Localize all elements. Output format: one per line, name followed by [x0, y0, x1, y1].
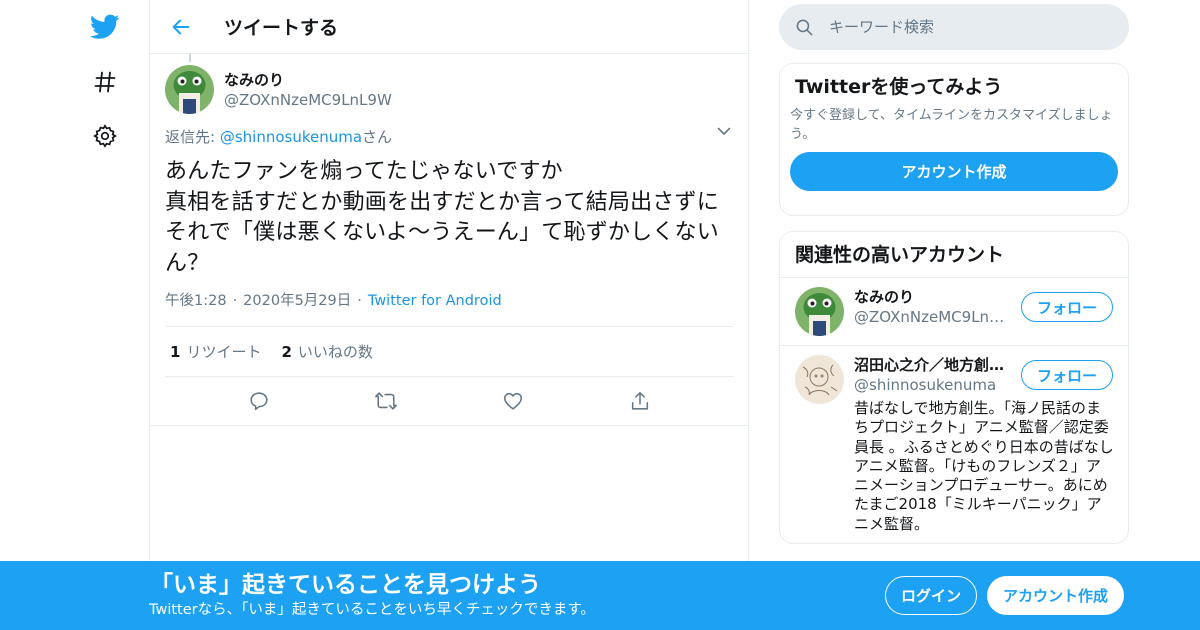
retweet-count: 1 — [170, 342, 181, 361]
retweet-icon[interactable] — [369, 384, 403, 418]
back-arrow-icon[interactable] — [162, 8, 200, 46]
related-user-name[interactable]: なみのり — [854, 287, 1012, 307]
login-button[interactable]: ログイン — [885, 576, 977, 615]
twitter-bird-icon[interactable] — [86, 8, 124, 46]
reply-suffix: さん — [362, 128, 393, 146]
create-account-button[interactable]: アカウント作成 — [790, 152, 1118, 191]
tweet-actions — [165, 377, 733, 425]
hashtag-icon[interactable] — [86, 63, 124, 101]
follow-button[interactable]: フォロー — [1021, 292, 1113, 322]
chevron-down-icon[interactable] — [715, 122, 733, 140]
related-user-row[interactable]: なみのり @ZOXnNzeMC9LnL9W フォロー — [780, 278, 1128, 346]
signup-card-subtitle: 今すぐ登録して、タイムラインをカスタマイズしましょう。 — [790, 108, 1113, 142]
related-user-bio: 昔ばなしで地方創生。「海ノ民話のまちプロジェクト」アニメ監督／認定委員長 。ふる… — [854, 399, 1114, 533]
related-user-handle[interactable]: @shinnosukenuma — [854, 375, 1012, 395]
gear-icon[interactable] — [86, 117, 124, 155]
reply-icon[interactable] — [242, 384, 276, 418]
meta-separator: · — [232, 293, 238, 309]
related-user-info: 沼田心之介／地方創生コンシェルジュ @shinnosukenuma — [854, 355, 1012, 395]
tweet-source-link[interactable]: Twitter for Android — [368, 291, 502, 311]
page: ツイートする なみのり @ZOXnNzeMC9LnL9W 返信先: @shinn… — [0, 0, 1200, 630]
related-user-name[interactable]: 沼田心之介／地方創生コンシェルジュ — [854, 355, 1012, 375]
search-icon — [795, 17, 815, 37]
page-title: ツイートする — [224, 17, 339, 39]
author-names: なみのり @ZOXnNzeMC9LnL9W — [224, 70, 392, 110]
tweet-date[interactable]: 2020年5月29日 — [243, 291, 351, 311]
reply-mention-link[interactable]: @shinnosukenuma — [220, 128, 362, 146]
tweet: なみのり @ZOXnNzeMC9LnL9W 返信先: @shinnosukenu… — [150, 54, 748, 426]
related-accounts-card: 関連性の高いアカウント なみのり @ZOXnNzeMC9LnL9W フォロー 沼… — [779, 231, 1129, 544]
author-name[interactable]: なみのり — [224, 70, 392, 90]
tweet-meta: 午後1:28 · 2020年5月29日 · Twitter for Androi… — [165, 291, 733, 311]
like-heart-icon[interactable] — [496, 384, 530, 418]
banner-subtitle: Twitterなら、「いま」起きていることをいち早くチェックできます。 — [149, 602, 595, 618]
meta-separator: · — [357, 293, 362, 309]
related-accounts-title: 関連性の高いアカウント — [780, 232, 1128, 278]
left-nav — [0, 0, 150, 630]
tweet-text: あんたファンを煽ってたじゃないですか 真相を話すだとか動画を出すだとか言って結局… — [165, 159, 719, 276]
banner-create-account-button[interactable]: アカウント作成 — [987, 576, 1124, 615]
signup-card-title: Twitterを使ってみよう — [795, 76, 1003, 98]
like-count: 2 — [281, 342, 292, 361]
retweet-label: リツイート — [186, 343, 262, 361]
reply-prefix: 返信先: — [165, 128, 220, 146]
search-box[interactable] — [779, 4, 1129, 50]
related-user-row[interactable]: 沼田心之介／地方創生コンシェルジュ @shinnosukenuma 昔ばなしで地… — [780, 346, 1128, 543]
tweet-divider — [150, 425, 748, 426]
retweet-stat[interactable]: 1 リツイート — [170, 341, 261, 362]
bottom-banner: 「いま」起きていることを見つけよう Twitterなら、「いま」起きていることを… — [0, 561, 1200, 630]
reply-to: 返信先: @shinnosukenumaさん — [165, 127, 733, 147]
tweet-stats: 1 リツイート 2 いいねの数 — [165, 326, 733, 377]
signup-card: Twitterを使ってみよう 今すぐ登録して、タイムラインをカスタマイズしましょ… — [779, 63, 1129, 216]
like-label: いいねの数 — [297, 343, 373, 361]
main-column: ツイートする なみのり @ZOXnNzeMC9LnL9W 返信先: @shinn… — [149, 0, 749, 630]
author-handle[interactable]: @ZOXnNzeMC9LnL9W — [224, 90, 392, 110]
search-input[interactable] — [829, 18, 1099, 36]
avatar[interactable] — [795, 355, 844, 404]
tweet-time[interactable]: 午後1:28 — [165, 291, 227, 311]
banner-title: 「いま」起きていることを見つけよう — [150, 572, 541, 598]
tweet-author: なみのり @ZOXnNzeMC9LnL9W — [165, 54, 733, 114]
related-user-info: なみのり @ZOXnNzeMC9LnL9W — [854, 287, 1012, 336]
avatar[interactable] — [795, 287, 844, 336]
avatar[interactable] — [165, 65, 214, 114]
follow-button[interactable]: フォロー — [1021, 360, 1113, 390]
related-user-handle[interactable]: @ZOXnNzeMC9LnL9W — [854, 307, 1012, 327]
header: ツイートする — [150, 0, 748, 54]
like-stat[interactable]: 2 いいねの数 — [281, 341, 372, 362]
thread-line — [189, 54, 191, 62]
share-icon[interactable] — [623, 384, 657, 418]
